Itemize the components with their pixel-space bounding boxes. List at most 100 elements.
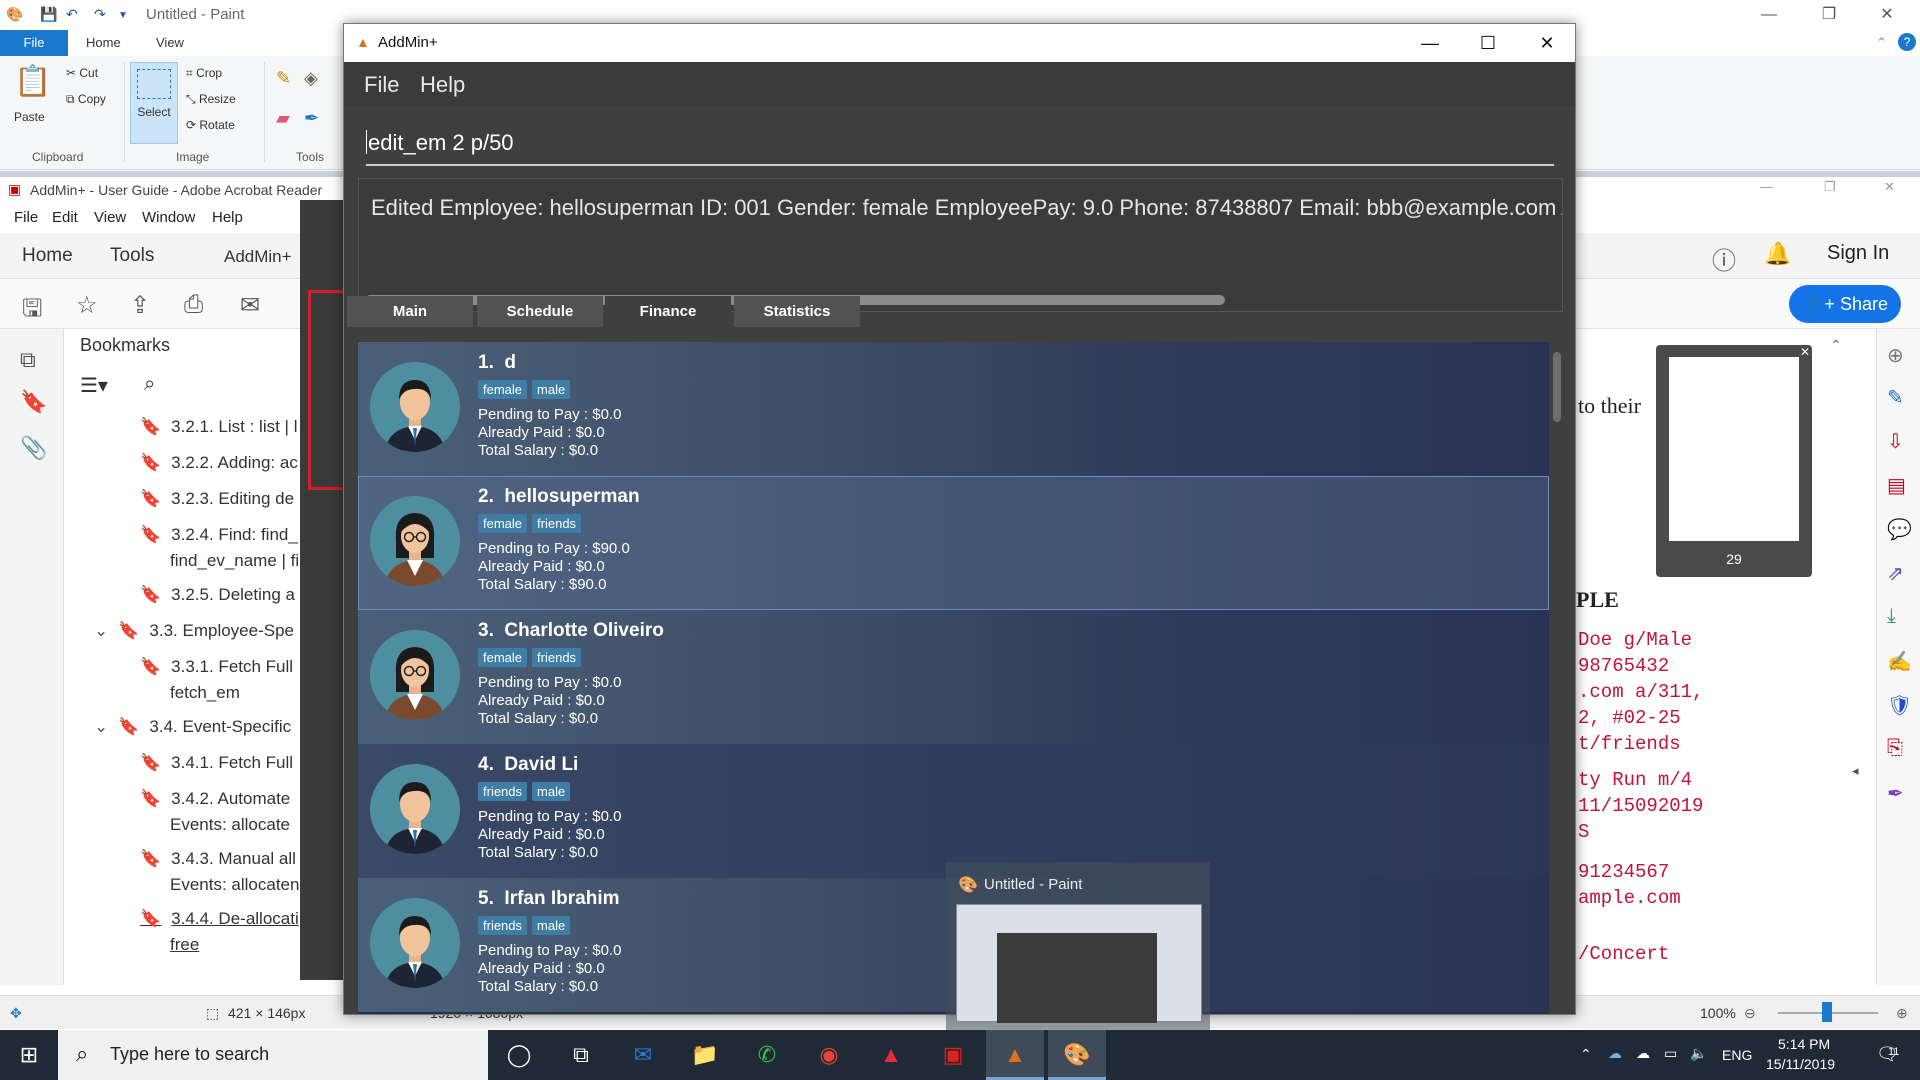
language-indicator[interactable]: ENG — [1722, 1047, 1752, 1063]
edit-pdf-icon[interactable]: ✎ — [1887, 385, 1904, 410]
pencil-icon[interactable]: ✎ — [276, 68, 291, 89]
upload-icon[interactable]: ⇪ — [130, 291, 150, 320]
create-pdf-icon[interactable]: ⎘ — [1887, 737, 1903, 760]
fill-sign-icon[interactable]: ✍ — [1887, 649, 1912, 674]
bell-icon[interactable]: 🔔 — [1764, 241, 1791, 267]
acrobat-icon[interactable]: ▣ — [924, 1030, 982, 1080]
collapse-ribbon-icon[interactable]: ⌃ — [1876, 35, 1887, 51]
cortana-icon[interactable]: ◯ — [490, 1030, 548, 1080]
bookmark-item-continued[interactable]: find_ev_name | fi — [170, 551, 299, 571]
organize-pages-icon[interactable]: ▤ — [1887, 473, 1906, 498]
paint-taskbar-icon[interactable]: 🎨 — [1048, 1030, 1106, 1080]
tab-statistics[interactable]: Statistics — [734, 296, 860, 327]
bookmark-item[interactable]: 🔖 3.2.2. Adding: ac — [140, 453, 298, 473]
bookmark-search-icon[interactable]: ⌕ — [144, 373, 155, 396]
save-icon[interactable]: 💾 — [40, 6, 57, 23]
pages-icon[interactable]: ⧉ — [20, 347, 36, 373]
crop-button[interactable]: ⌗ Crop — [186, 66, 222, 81]
bookmark-item[interactable]: 🔖 3.4.4. De-allocati — [140, 909, 299, 929]
acrobat-doc-tab[interactable]: AddMin+ — [224, 247, 292, 267]
sign-icon[interactable]: ✒ — [1887, 781, 1904, 806]
zoom-slider-thumb[interactable] — [1822, 1002, 1832, 1022]
employee-card[interactable]: 3. Charlotte Oliveiro female friends Pend… — [358, 610, 1549, 744]
taskbar-preview[interactable]: 🎨 Untitled - Paint — [946, 862, 1210, 1030]
share-button[interactable]: 👤+ Share — [1789, 285, 1901, 323]
bookmark-options-icon[interactable]: ☰▾ — [80, 373, 108, 398]
bookmark-item-continued[interactable]: Events: allocaten — [170, 875, 299, 895]
copy-button[interactable]: ⧉ Copy — [66, 92, 106, 107]
outlook-icon[interactable]: ✉ — [614, 1030, 672, 1080]
bookmark-icon[interactable]: 🔖 — [20, 389, 47, 415]
task-view-icon[interactable]: ⧉ — [552, 1030, 610, 1080]
print-icon[interactable]: ⎙ — [184, 291, 203, 319]
acrobat-menu-help[interactable]: Help — [212, 209, 243, 226]
bookmark-item-continued[interactable]: free — [170, 935, 199, 955]
bookmark-item[interactable]: 🔖 3.2.5. Deleting a — [140, 585, 295, 605]
result-display[interactable]: Edited Employee: hellosuperman ID: 001 G… — [358, 178, 1563, 312]
battery-icon[interactable]: ▭ — [1664, 1045, 1677, 1062]
sign-in-button[interactable]: Sign In — [1827, 242, 1889, 265]
employee-card[interactable]: 4. David Li friends male Pending to Pay :… — [358, 744, 1549, 878]
paste-button[interactable]: Paste — [14, 110, 45, 124]
employee-card[interactable]: 1. d female male Pending to Pay : $0.0 Al… — [358, 342, 1549, 476]
paint-home-tab[interactable]: Home — [86, 35, 121, 50]
save-icon[interactable]: 🖫 — [22, 291, 42, 332]
comment-icon[interactable]: 💬 — [1887, 517, 1912, 542]
scrollbar-thumb[interactable] — [1553, 352, 1561, 422]
bookmark-item-continued[interactable]: Events: allocate — [170, 815, 290, 835]
angular-icon[interactable]: ▲ — [862, 1030, 920, 1080]
protect-icon[interactable]: 🛡 — [1887, 693, 1912, 718]
scroll-up-icon[interactable]: ⌃ — [1830, 337, 1842, 354]
acrobat-minimize-button[interactable]: — — [1760, 179, 1773, 194]
rotate-button[interactable]: ⟳ Rotate — [186, 118, 235, 132]
addmin-menu-file[interactable]: File — [364, 72, 399, 98]
show-hidden-icons-icon[interactable]: ⌃ — [1580, 1046, 1592, 1063]
acrobat-menu-view[interactable]: View — [94, 209, 126, 226]
paint-file-tab[interactable]: File — [0, 30, 68, 56]
zoom-icon[interactable]: ⊕ — [1887, 343, 1904, 368]
select-button[interactable]: Select — [130, 62, 178, 144]
help-circle-icon[interactable]: ⓘ — [1712, 241, 1736, 276]
clock-date[interactable]: 15/11/2019 — [1766, 1056, 1835, 1072]
paste-icon[interactable]: 📋 — [14, 64, 51, 99]
customize-quick-access-icon[interactable]: ▼ — [118, 10, 128, 21]
redo-icon[interactable]: ↷ — [94, 6, 106, 23]
bookmark-item[interactable]: ⌄ 🔖 3.3. Employee-Spe — [94, 621, 294, 641]
acrobat-home-tab[interactable]: Home — [22, 245, 73, 267]
star-icon[interactable]: ☆ — [76, 291, 98, 320]
addmin-minimize-button[interactable]: — — [1407, 24, 1453, 62]
bookmark-item[interactable]: ⌄ 🔖 3.4. Event-Specific — [94, 717, 291, 737]
addmin-close-button[interactable]: ✕ — [1524, 24, 1570, 62]
tab-schedule[interactable]: Schedule — [477, 296, 603, 327]
employee-card[interactable]: 2. hellosuperman female friends Pending t… — [358, 476, 1549, 610]
attachment-icon[interactable]: 📎 — [20, 435, 47, 461]
color-picker-icon[interactable]: ✒ — [304, 108, 319, 129]
bookmark-item-continued[interactable]: fetch_em — [170, 683, 240, 703]
mail-icon[interactable]: ✉ — [240, 291, 260, 320]
zoom-in-icon[interactable]: ⊕ — [1896, 1005, 1908, 1022]
paint-minimize-button[interactable]: — — [1746, 0, 1792, 30]
bookmark-item[interactable]: 🔖 3.4.2. Automate — [140, 789, 290, 809]
bookmark-item[interactable]: 🔖 3.2.4. Find: find_ — [140, 525, 298, 545]
acrobat-close-button[interactable]: ✕ — [1884, 179, 1895, 195]
addmin-maximize-button[interactable]: ☐ — [1465, 24, 1511, 62]
undo-icon[interactable]: ↶ — [66, 6, 78, 23]
close-icon[interactable]: ✕ — [1800, 345, 1810, 359]
fill-icon[interactable]: ◈ — [304, 68, 318, 89]
tab-finance[interactable]: Finance — [605, 296, 731, 327]
acrobat-tools-tab[interactable]: Tools — [110, 245, 154, 267]
bookmark-item[interactable]: 🔖 3.3.1. Fetch Full — [140, 657, 293, 677]
taskbar-search[interactable]: ⌕ Type here to search — [58, 1030, 488, 1080]
paint-close-button[interactable]: ✕ — [1864, 0, 1910, 30]
collapse-right-pane-icon[interactable]: ◂ — [1852, 763, 1859, 779]
cut-button[interactable]: ✂ Cut — [66, 66, 98, 80]
page-thumbnail[interactable]: 29 ✕ — [1656, 345, 1812, 577]
onedrive-icon[interactable]: ☁ — [1608, 1045, 1622, 1062]
paint-maximize-button[interactable]: ❐ — [1806, 0, 1852, 30]
addmin-taskbar-icon[interactable]: ▲ — [986, 1030, 1044, 1080]
clock-time[interactable]: 5:14 PM — [1778, 1036, 1830, 1052]
file-explorer-icon[interactable]: 📁 — [676, 1030, 734, 1080]
start-button[interactable]: ⊞ — [0, 1030, 58, 1080]
zoom-out-icon[interactable]: ⊖ — [1744, 1005, 1756, 1022]
bookmark-item[interactable]: 🔖 3.4.1. Fetch Full — [140, 753, 293, 773]
